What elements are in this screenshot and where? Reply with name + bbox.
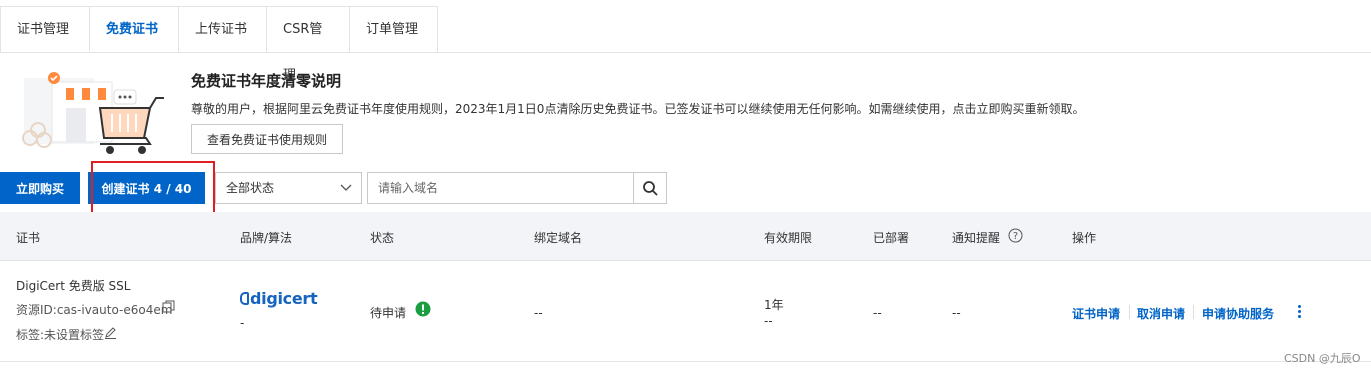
status-text: 待申请 [370, 306, 407, 320]
tag-label: 标签:未设置标签 [16, 328, 105, 342]
more-actions-icon[interactable] [1292, 303, 1306, 321]
search-button[interactable] [633, 172, 667, 204]
notice-text: 尊敬的用户，根据阿里云免费证书年度使用规则，2023年1月1日0点清除历史免费证… [191, 102, 1085, 116]
shopping-cart-illustration [22, 72, 164, 154]
digicert-logo: digicert [240, 289, 318, 308]
bound-domain: -- [534, 306, 543, 320]
action-divider [1193, 305, 1194, 319]
header-deployed: 已部署 [873, 231, 910, 245]
header-status: 状态 [370, 231, 395, 245]
svg-text:?: ? [1013, 231, 1018, 242]
header-validity: 有效期限 [764, 231, 813, 245]
header-cert: 证书 [16, 231, 41, 245]
domain-search-input[interactable] [367, 172, 634, 204]
search-icon [643, 181, 658, 196]
tab-bar: 证书管理 免费证书 上传证书 CSR管理 订单管理 [0, 6, 1371, 83]
validity-date: -- [764, 314, 773, 328]
status-filter-select[interactable]: 全部状态 [215, 172, 362, 204]
assist-service-link[interactable]: 申请协助服务 [1202, 305, 1274, 322]
header-brand: 品牌/算法 [240, 231, 293, 245]
notice-title: 免费证书年度清零说明 [191, 72, 342, 90]
brand-name: digicert [250, 289, 318, 308]
header-ops: 操作 [1072, 231, 1097, 245]
notify-value: -- [952, 306, 961, 320]
cancel-apply-link[interactable]: 取消申请 [1137, 305, 1185, 322]
apply-cert-link[interactable]: 证书申请 [1072, 305, 1120, 322]
cert-name: DigiCert 免费版 SSL [16, 279, 131, 293]
edit-icon[interactable] [104, 326, 117, 339]
chevron-down-icon [340, 184, 352, 191]
copy-icon[interactable] [162, 300, 175, 313]
header-notify: 通知提醒 [952, 231, 1001, 245]
highlight-annotation-box [91, 161, 215, 215]
tab-cert-management[interactable]: 证书管理 [0, 6, 90, 52]
table-header: 证书 品牌/算法 状态 绑定域名 有效期限 已部署 通知提醒 ? 操作 [0, 212, 1371, 261]
action-divider [1129, 305, 1130, 319]
alert-icon[interactable] [415, 301, 431, 317]
buy-now-button[interactable]: 立即购买 [0, 172, 80, 204]
resource-id: 资源ID:cas-ivauto-e6o4em [16, 303, 173, 317]
header-domain: 绑定域名 [534, 231, 583, 245]
view-rules-button[interactable]: 查看免费证书使用规则 [191, 124, 343, 154]
tab-upload-cert[interactable]: 上传证书 [178, 6, 267, 52]
validity-period: 1年 [764, 298, 784, 312]
tab-csr-management[interactable]: CSR管理 [266, 6, 350, 83]
tab-order-management[interactable]: 订单管理 [349, 6, 438, 52]
watermark: CSDN @九辰O [1284, 352, 1361, 365]
tab-free-cert[interactable]: 免费证书 [89, 6, 179, 52]
table-row: DigiCert 免费版 SSL 资源ID:cas-ivauto-e6o4em … [0, 261, 1371, 362]
brand-algo: - [240, 316, 245, 330]
help-icon[interactable]: ? [1008, 228, 1023, 243]
deployed-value: -- [873, 306, 882, 320]
status-filter-value: 全部状态 [226, 181, 275, 195]
